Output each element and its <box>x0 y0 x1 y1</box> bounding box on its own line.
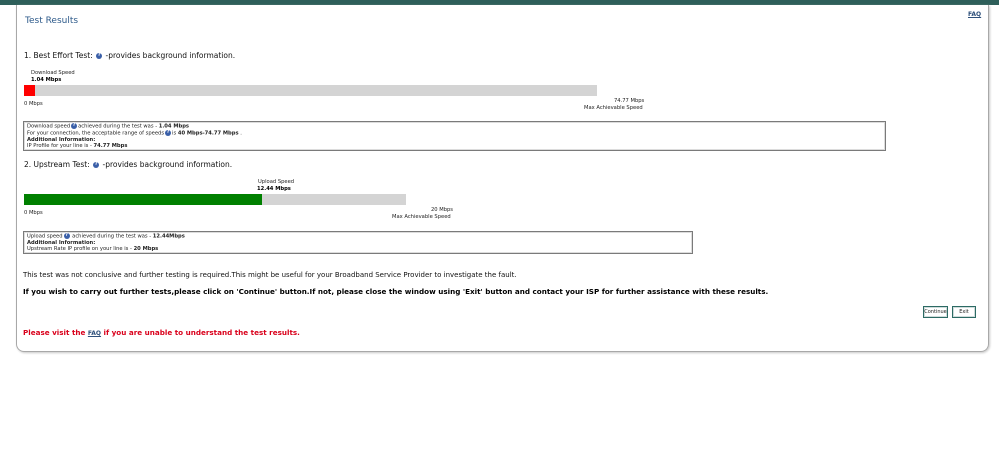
upload-gauge-label: Upload Speed <box>258 179 295 185</box>
page-title: Test Results <box>25 16 79 26</box>
faq-help-link[interactable]: FAQ <box>88 330 101 337</box>
download-info-box: Download speed? achieved during the test … <box>23 121 886 151</box>
upstream-heading-label: 2. Upstream Test: <box>24 160 90 169</box>
download-ip-profile-line: IP Profile for your line is - 74.77 Mbps <box>27 143 128 150</box>
continue-button[interactable]: Continue <box>923 306 948 318</box>
faq-help-message: Please visit the FAQ if you are unable t… <box>23 328 300 337</box>
upload-speed-bar <box>24 194 406 205</box>
info-icon[interactable]: ? <box>93 162 100 168</box>
upload-result-line: Upload speed? achieved during the test w… <box>27 233 185 240</box>
upload-max-caption: Max Achievable Speed <box>392 214 451 220</box>
upload-max-value: 20 Mbps <box>431 207 454 213</box>
download-gauge-value: 1.04 Mbps <box>31 77 62 83</box>
download-max-caption: Max Achievable Speed <box>584 105 643 111</box>
download-gauge-label: Download Speed <box>31 70 75 76</box>
upload-gauge-value: 12.44 Mbps <box>257 186 291 192</box>
download-min-label: 0 Mbps <box>24 101 43 107</box>
exit-button[interactable]: Exit <box>952 306 976 318</box>
inconclusive-message: This test was not conclusive and further… <box>23 271 517 279</box>
upload-info-box: Upload speed? achieved during the test w… <box>23 231 693 254</box>
best-effort-heading-label: 1. Best Effort Test: <box>24 51 93 60</box>
download-speed-bar <box>24 85 597 96</box>
info-icon[interactable]: ? <box>96 53 103 59</box>
best-effort-heading-suffix: -provides background information. <box>105 51 236 60</box>
best-effort-heading: 1. Best Effort Test: ? -provides backgro… <box>24 51 235 60</box>
upstream-heading: 2. Upstream Test: ? -provides background… <box>24 160 232 169</box>
instruction-message: If you wish to carry out further tests,p… <box>23 287 769 296</box>
upstream-heading-suffix: -provides background information. <box>102 160 233 169</box>
info-icon[interactable]: ? <box>63 233 70 239</box>
download-max-value: 74.77 Mbps <box>614 98 645 104</box>
info-icon[interactable]: ? <box>165 129 172 136</box>
info-icon[interactable]: ? <box>71 123 78 129</box>
download-range-line: For your connection, the acceptable rang… <box>27 129 242 137</box>
faq-link[interactable]: FAQ <box>968 11 981 18</box>
upload-min-label: 0 Mbps <box>24 210 43 216</box>
download-speed-fill <box>24 85 35 96</box>
upload-speed-fill <box>24 194 262 205</box>
upload-ip-profile-line: Upstream Rate IP profile on your line is… <box>27 246 159 253</box>
download-result-line: Download speed? achieved during the test … <box>27 123 190 130</box>
